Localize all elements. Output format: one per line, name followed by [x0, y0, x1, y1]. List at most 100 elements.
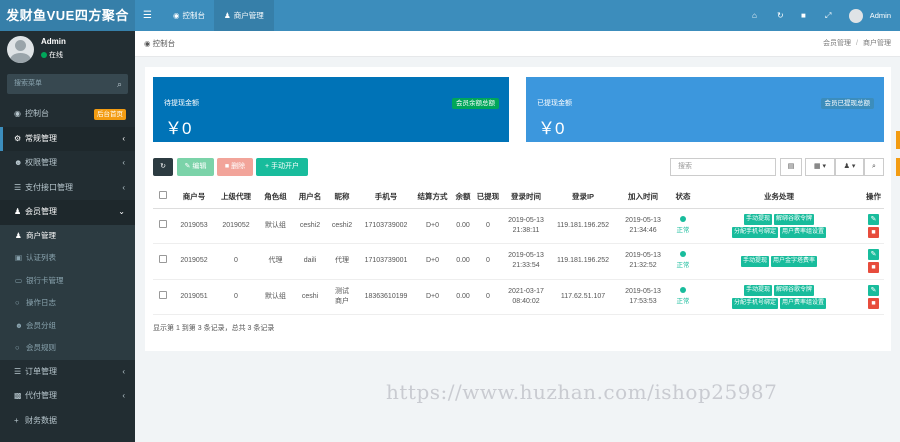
sidebar-subitem-bank-cards[interactable]: ▭ 银行卡管理 — [0, 270, 135, 293]
column-header[interactable]: 已提现 — [475, 185, 501, 209]
stat-label: 待提现金额 — [164, 100, 199, 107]
column-header[interactable]: 登录IP — [551, 185, 615, 209]
rate-group-button[interactable]: 用户费率组设置 — [779, 226, 826, 238]
column-header[interactable]: 手机号 — [358, 185, 414, 209]
delete-button[interactable]: ■ 删除 — [217, 158, 253, 176]
sidebar-subitem-verification[interactable]: ▣ 认证列表 — [0, 247, 135, 270]
sidebar-item-auth[interactable]: ☻ 权限管理 ‹ — [0, 151, 135, 176]
column-header[interactable]: 商户号 — [173, 185, 215, 209]
column-header[interactable]: 登录时间 — [501, 185, 551, 209]
main-panel: 待提现金额 ￥0 会员余额总额 已提现金额 ￥0 会员已提现总额 ↻ ✎ 编辑 … — [145, 67, 891, 351]
checkbox[interactable] — [159, 191, 167, 200]
menu-toggle-icon[interactable]: ☰ — [143, 0, 152, 31]
breadcrumb-item[interactable]: 会员管理 — [823, 40, 851, 47]
top-user-name[interactable]: Admin — [870, 0, 891, 31]
cell-login-ip[interactable]: 117.62.51.107 — [551, 279, 615, 315]
join-date: 2019-05-13 — [625, 252, 661, 260]
sidebar-item-finance[interactable]: + 财务数据 — [0, 409, 135, 434]
breadcrumb: 会员管理 / 商户管理 — [823, 31, 891, 57]
manual-withdraw-button[interactable]: 手动提现 — [744, 284, 773, 296]
edit-button[interactable]: ✎ 编辑 — [177, 158, 214, 176]
refresh-button[interactable]: ↻ — [153, 158, 173, 176]
cell-status[interactable]: 正常 — [671, 243, 695, 280]
sidebar-item-orders[interactable]: ☰ 订单管理 ‹ — [0, 360, 135, 385]
sidebar-subitem-rules[interactable]: ○ 会员规则 — [0, 337, 135, 360]
cell-username: ceshi — [294, 279, 326, 315]
join-clock: 21:32:52 — [629, 262, 657, 270]
trash-icon[interactable]: ■ — [801, 0, 806, 31]
delete-row-icon[interactable]: ■ — [868, 262, 879, 274]
cell-operations: ✎ ■ — [863, 208, 884, 244]
column-header[interactable]: 加入时间 — [615, 185, 671, 209]
column-header[interactable]: 上级代理 — [215, 185, 257, 209]
sidebar-item-dashboard[interactable]: ◉ 控制台 后台首页 — [0, 102, 135, 127]
cell-parent: 2019052 — [215, 208, 257, 244]
columns-dropdown[interactable]: ▦ ▾ — [805, 158, 835, 176]
unbind-google-token-button[interactable]: 解绑谷歌令牌 — [773, 284, 814, 296]
sidebar-subitem-logs[interactable]: ○ 操作日志 — [0, 292, 135, 315]
column-header[interactable]: 结算方式 — [414, 185, 451, 209]
cell-status[interactable]: 正常 — [671, 208, 695, 244]
add-account-button[interactable]: + 手动开户 — [256, 158, 308, 176]
checkbox[interactable] — [159, 290, 167, 299]
join-date: 2019-05-13 — [625, 216, 661, 224]
column-header[interactable]: 用户名 — [294, 185, 326, 209]
edit-row-icon[interactable]: ✎ — [868, 284, 879, 296]
export-dropdown[interactable]: ♟ ▾ — [835, 158, 864, 176]
column-header[interactable]: 余额 — [451, 185, 475, 209]
id-card-icon: ▣ — [15, 253, 23, 262]
search-input[interactable]: 搜索 — [670, 158, 776, 176]
app-logo[interactable]: 发财鱼VUE四方聚合 — [0, 0, 135, 31]
rate-group-button[interactable]: 用户费率组设置 — [779, 297, 826, 309]
cell-login-time: 2019-05-13 21:38:11 — [501, 208, 551, 244]
sidebar-subitem-merchants[interactable]: ♟ 商户管理 — [0, 225, 135, 248]
delete-row-icon[interactable]: ■ — [868, 226, 879, 238]
edit-row-icon[interactable]: ✎ — [868, 249, 879, 261]
pyramid-rate-button[interactable]: 用户金字塔费率 — [770, 255, 817, 267]
cell-parent: 0 — [215, 279, 257, 315]
column-header[interactable]: 状态 — [671, 185, 695, 209]
refresh-icon: ↻ — [160, 163, 166, 170]
unbind-google-token-button[interactable]: 解绑谷歌令牌 — [773, 213, 814, 225]
assign-phone-button[interactable]: 分配手机号绑定 — [732, 297, 779, 309]
cell-login-ip[interactable]: 119.181.196.252 — [551, 243, 615, 280]
sidebar-item-payment-api[interactable]: ☰ 支付接口管理 ‹ — [0, 176, 135, 201]
sidebar-search-input[interactable]: 搜索菜单 ⌕ — [7, 74, 128, 94]
select-all-checkbox[interactable] — [153, 185, 173, 209]
cell-status[interactable]: 正常 — [671, 279, 695, 315]
sidebar-subitem-groups[interactable]: ☻ 会员分组 — [0, 315, 135, 338]
cell-nickname: 代理 — [326, 243, 358, 280]
columns-icon: ▦ ▾ — [813, 163, 827, 170]
tab-label: 控制台 — [182, 11, 206, 20]
column-header[interactable]: 昵称 — [326, 185, 358, 209]
join-date: 2019-05-13 — [625, 287, 661, 295]
cell-login-ip[interactable]: 119.181.196.252 — [551, 208, 615, 244]
avatar[interactable] — [849, 9, 863, 23]
login-clock: 08:40:02 — [512, 297, 540, 305]
sidebar-item-members[interactable]: ♟ 会员管理 ⌄ — [0, 200, 135, 225]
watermark: https://www.huzhan.com/ishop25987 — [386, 380, 778, 404]
home-icon[interactable]: ⌂ — [752, 0, 757, 31]
edge-tab[interactable] — [896, 158, 900, 176]
checkbox[interactable] — [159, 219, 167, 228]
search-icon[interactable]: ⌕ — [117, 74, 122, 94]
refresh-icon[interactable]: ↻ — [777, 0, 784, 31]
fullscreen-icon[interactable]: ⤢ — [825, 0, 831, 31]
edge-tab[interactable] — [896, 131, 900, 149]
sidebar-item-general[interactable]: ⚙ 常规管理 ‹ — [0, 126, 135, 151]
cell-business-actions: 手动提现 用户金字塔费率 — [695, 243, 863, 280]
login-clock: 21:33:54 — [512, 262, 540, 270]
online-dot-icon — [41, 52, 47, 58]
toggle-view-button[interactable]: ▤ — [780, 158, 802, 176]
edit-row-icon[interactable]: ✎ — [868, 213, 879, 225]
advanced-search-button[interactable]: ⌕ — [864, 158, 884, 176]
sidebar-item-payouts[interactable]: ▩ 代付管理 ‹ — [0, 384, 135, 409]
assign-phone-button[interactable]: 分配手机号绑定 — [732, 226, 779, 238]
column-header[interactable]: 角色组 — [257, 185, 294, 209]
checkbox[interactable] — [159, 255, 167, 264]
delete-row-icon[interactable]: ■ — [868, 297, 879, 309]
manual-withdraw-button[interactable]: 手动提现 — [744, 213, 773, 225]
tab-dashboard[interactable]: ◉ 控制台 — [163, 0, 215, 31]
tab-merchants[interactable]: ♟ 商户管理 — [214, 0, 274, 31]
manual-withdraw-button[interactable]: 手动提现 — [741, 255, 770, 267]
